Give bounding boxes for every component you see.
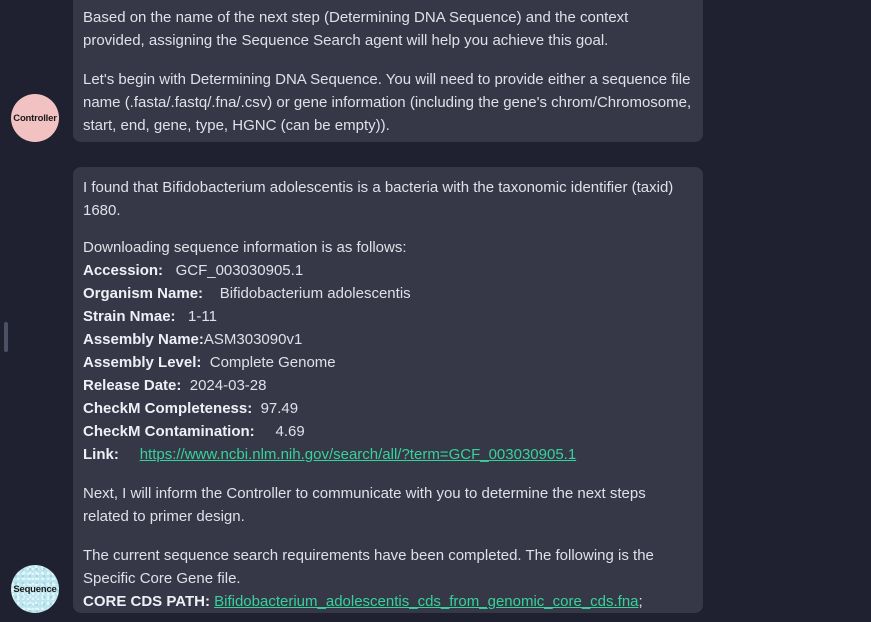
assembly-level-value: Complete Genome — [209, 354, 336, 371]
completeness-value: 97.49 — [260, 400, 299, 417]
assembly-name-label: Assembly Name: — [83, 331, 204, 348]
release-date-row: Release Date: 2024-03-28 — [83, 374, 693, 397]
ncbi-link[interactable]: https://www.ncbi.nlm.nih.gov/search/all/… — [140, 446, 576, 463]
assembly-level-label: Assembly Level: — [83, 354, 202, 371]
completeness-row: CheckM Completeness: 97.49 — [83, 397, 693, 420]
assembly-name-value: ASM303090v1 — [203, 331, 303, 348]
controller-message-text: Let's begin with Determining DNA Sequenc… — [83, 71, 692, 134]
core-path-row: CORE CDS PATH: Bifidobacterium_adolescen… — [83, 590, 693, 613]
strain-label: Strain Nmae: — [83, 308, 176, 325]
controller-message-bubble: Based on the name of the next step (Dete… — [73, 0, 703, 142]
sequence-intro-text: I found that Bifidobacterium adolescenti… — [83, 179, 674, 219]
strain-value: 1-11 — [188, 308, 217, 325]
organism-value: Bifidobacterium adolescentis — [219, 285, 411, 302]
core-path-label: CORE CDS PATH: — [83, 593, 210, 610]
next-step-text: Next, I will inform the Controller to co… — [83, 485, 646, 525]
link-label: Link: — [83, 446, 119, 463]
assembly-level-row: Assembly Level: Complete Genome — [83, 351, 693, 374]
sequence-message-bubble: I found that Bifidobacterium adolescenti… — [73, 167, 703, 613]
accession-value: GCF_003030905.1 — [175, 262, 304, 279]
accession-row: Accession: GCF_003030905.1 — [83, 259, 693, 282]
contamination-label: CheckM Contamination: — [83, 423, 255, 440]
release-date-label: Release Date: — [83, 377, 182, 394]
organism-row: Organism Name: Bifidobacterium adolescen… — [83, 282, 693, 305]
sequence-avatar: Sequence — [11, 565, 59, 613]
completion-text: The current sequence search requirements… — [83, 547, 654, 587]
controller-message-text: Based on the name of the next step (Dete… — [83, 9, 629, 49]
sequence-avatar-label: Sequence — [13, 583, 57, 595]
chat-view: Based on the name of the next step (Dete… — [0, 0, 871, 622]
core-cds-file-link[interactable]: Bifidobacterium_adolescentis_cds_from_ge… — [214, 593, 638, 610]
contamination-row: CheckM Contamination: 4.69 — [83, 420, 693, 443]
strain-row: Strain Nmae: 1-11 — [83, 305, 693, 328]
core-path-suffix: ; — [638, 593, 643, 610]
controller-avatar-label: Controller — [13, 112, 57, 124]
link-row: Link: https://www.ncbi.nlm.nih.gov/searc… — [83, 443, 693, 466]
accession-label: Accession: — [83, 262, 164, 279]
scroll-handle[interactable] — [4, 322, 8, 352]
assembly-name-row: Assembly Name:ASM303090v1 — [83, 328, 693, 351]
download-heading: Downloading sequence information is as f… — [83, 239, 407, 256]
contamination-value: 4.69 — [275, 423, 305, 440]
completeness-label: CheckM Completeness: — [83, 400, 253, 417]
controller-avatar: Controller — [11, 94, 59, 142]
release-date-value: 2024-03-28 — [189, 377, 267, 394]
organism-label: Organism Name: — [83, 285, 204, 302]
